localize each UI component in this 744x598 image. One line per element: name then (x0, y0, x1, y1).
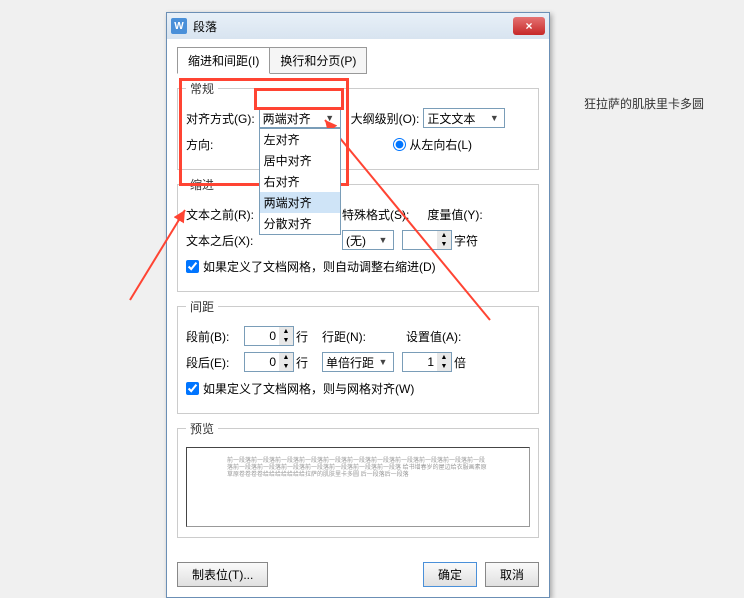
label-special-format: 特殊格式(S): (342, 206, 409, 223)
special-format-combo[interactable]: (无) ▼ (342, 230, 394, 250)
align-option-distribute[interactable]: 分散对齐 (260, 213, 340, 234)
label-direction: 方向: (186, 136, 260, 153)
alignment-combo[interactable]: 两端对齐 ▼ 左对齐 居中对齐 右对齐 两端对齐 分散对齐 (259, 108, 341, 128)
unit-times: 倍 (454, 354, 466, 371)
chevron-down-icon: ▼ (487, 113, 501, 123)
space-before-spinner[interactable]: ▲▼ (244, 326, 294, 346)
label-ltr: 从左向右(L) (409, 136, 472, 153)
setvalue-spinner[interactable]: ▲▼ (402, 352, 452, 372)
legend-indent: 缩进 (186, 176, 218, 193)
ok-button[interactable]: 确定 (423, 562, 477, 587)
legend-general: 常规 (186, 80, 218, 97)
measure-spinner[interactable]: ▲▼ (402, 230, 452, 250)
tab-bar: 缩进和间距(I) 换行和分页(P) (177, 47, 539, 74)
group-general: 常规 对齐方式(G): 两端对齐 ▼ 左对齐 居中对齐 右对齐 两端对齐 分散对… (177, 80, 539, 170)
label-linespace: 行距(N): (322, 328, 366, 345)
document-text: 狂拉萨的肌肤里卡多圆 (584, 95, 704, 112)
unit-char: 字符 (454, 232, 478, 249)
label-setvalue: 设置值(A): (406, 328, 461, 345)
group-preview: 预览 前一段落前一段落前一段落前一段落前一段落前一段落前一段落前一段落前一段落前… (177, 420, 539, 538)
label-alignment: 对齐方式(G): (186, 110, 255, 127)
cancel-button[interactable]: 取消 (485, 562, 539, 587)
radio-ltr[interactable] (393, 138, 406, 151)
close-button[interactable]: × (513, 17, 545, 35)
label-outline: 大纲级别(O): (351, 110, 420, 127)
align-option-justify[interactable]: 两端对齐 (260, 192, 340, 213)
label-space-after: 段后(E): (186, 354, 244, 371)
legend-preview: 预览 (186, 420, 218, 437)
linespace-combo[interactable]: 单倍行距 ▼ (322, 352, 394, 372)
align-option-left[interactable]: 左对齐 (260, 129, 340, 150)
chevron-down-icon: ▼ (376, 357, 390, 367)
outline-combo[interactable]: 正文文本 ▼ (423, 108, 505, 128)
checkbox-auto-adjust[interactable] (186, 260, 199, 273)
label-indent-before: 文本之前(R): (186, 206, 260, 223)
unit-line: 行 (296, 354, 308, 371)
align-option-right[interactable]: 右对齐 (260, 171, 340, 192)
chevron-down-icon: ▼ (376, 235, 390, 245)
titlebar[interactable]: W 段落 × (167, 13, 549, 39)
tab-indent-spacing[interactable]: 缩进和间距(I) (177, 47, 270, 74)
label-indent-after: 文本之后(X): (186, 232, 260, 249)
group-indent: 缩进 文本之前(R): ▲▼ 字符 特殊格式(S): 度量值(Y): 文本之后(… (177, 176, 539, 292)
group-spacing: 间距 段前(B): ▲▼ 行 行距(N): 设置值(A): 段后(E): ▲▼ … (177, 298, 539, 414)
legend-spacing: 间距 (186, 298, 218, 315)
tab-line-page-break[interactable]: 换行和分页(P) (269, 47, 367, 74)
label-auto-adjust: 如果定义了文档网格，则自动调整右缩进(D) (203, 258, 436, 275)
align-option-center[interactable]: 居中对齐 (260, 150, 340, 171)
paragraph-dialog: W 段落 × 缩进和间距(I) 换行和分页(P) 常规 对齐方式(G): 两端对… (166, 12, 550, 598)
unit-line: 行 (296, 328, 308, 345)
checkbox-snap-grid[interactable] (186, 382, 199, 395)
alignment-dropdown: 左对齐 居中对齐 右对齐 两端对齐 分散对齐 (259, 128, 341, 235)
chevron-down-icon: ▼ (323, 113, 337, 123)
preview-box: 前一段落前一段落前一段落前一段落前一段落前一段落前一段落前一段落前一段落前一段落… (186, 447, 530, 527)
app-icon: W (171, 18, 187, 34)
tab-stops-button[interactable]: 制表位(T)... (177, 562, 268, 587)
label-measure: 度量值(Y): (427, 206, 482, 223)
label-space-before: 段前(B): (186, 328, 244, 345)
label-snap-grid: 如果定义了文档网格，则与网格对齐(W) (203, 380, 414, 397)
space-after-spinner[interactable]: ▲▼ (244, 352, 294, 372)
dialog-title: 段落 (193, 18, 513, 35)
